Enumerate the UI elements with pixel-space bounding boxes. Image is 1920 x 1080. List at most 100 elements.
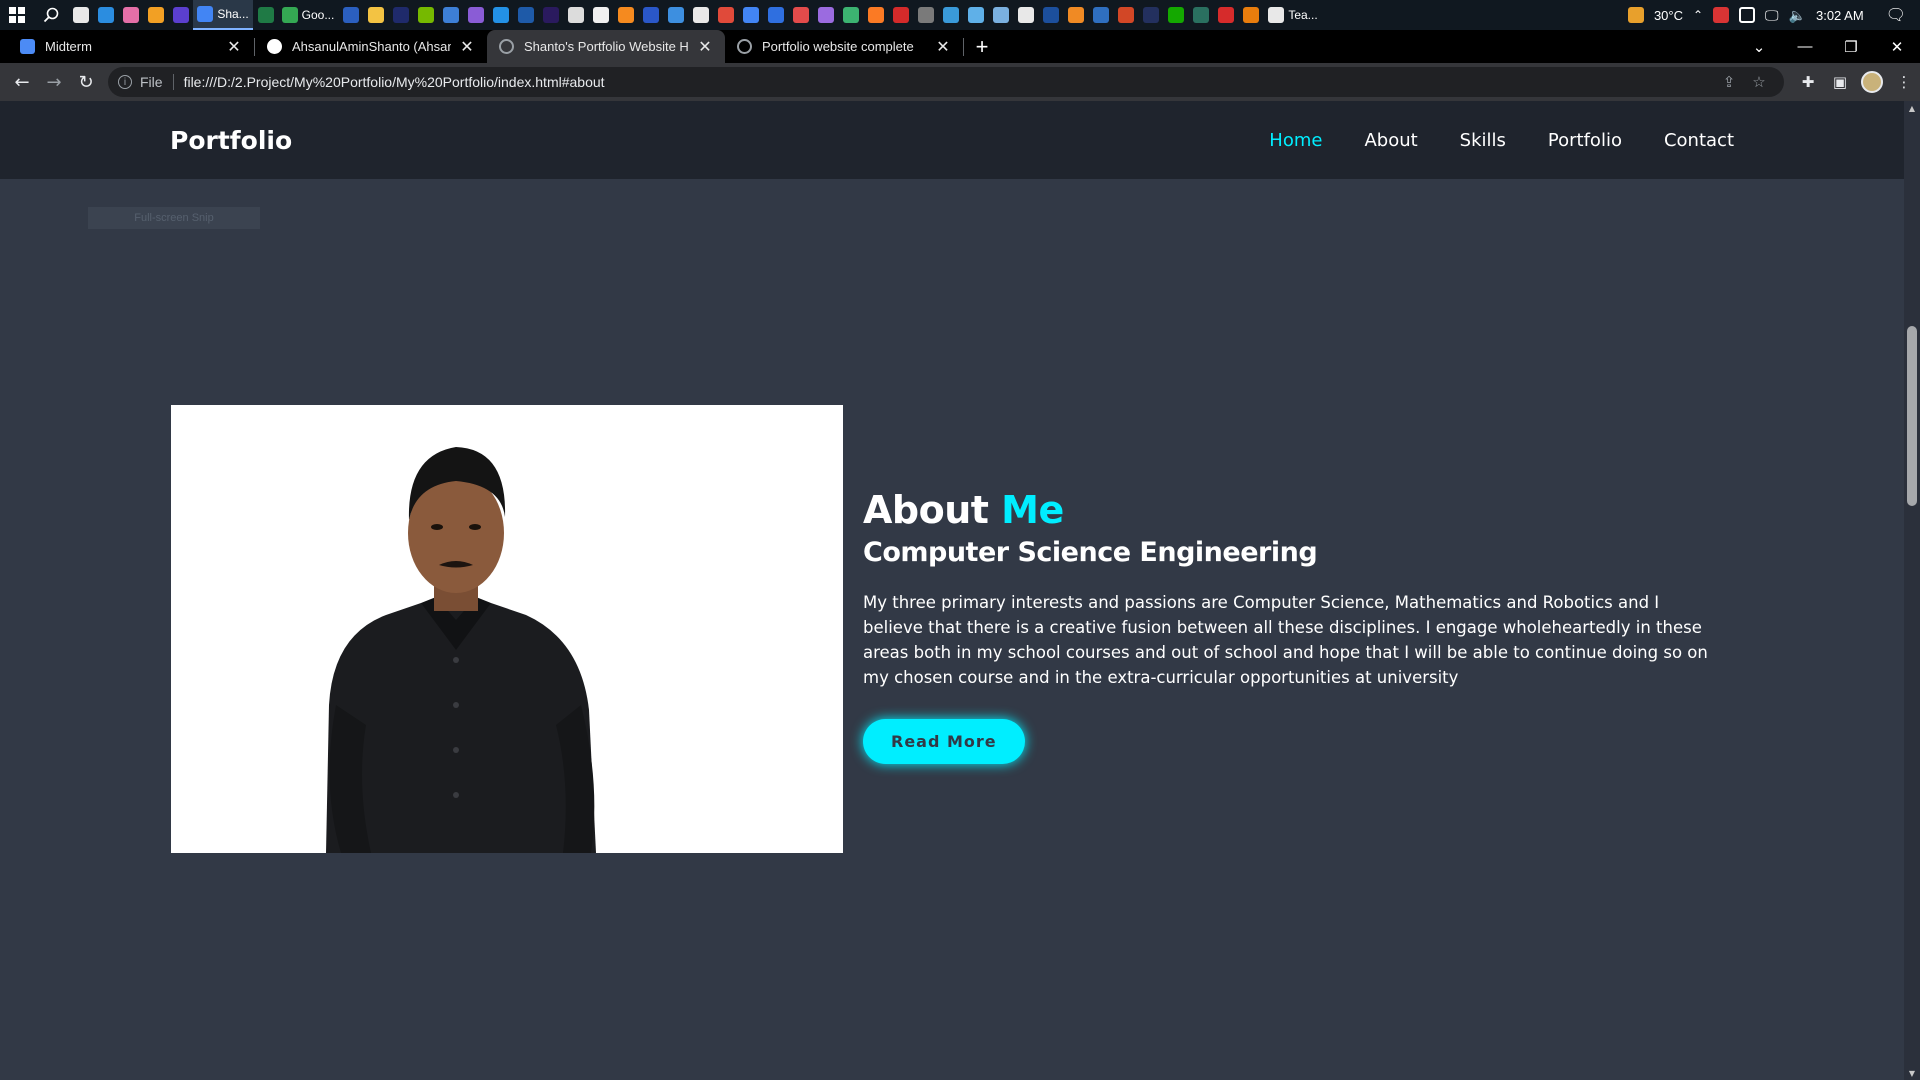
taskbar-app-vivaldi[interactable] <box>788 0 813 30</box>
tab-search-icon[interactable]: ⌄ <box>1736 30 1782 63</box>
taskbar-app-vscode[interactable] <box>488 0 513 30</box>
windows-taskbar: Sha... Goo... Tea... 30°C ⌃ 🖵 🔈 3:02 AM 🗨 <box>0 0 1920 30</box>
page-scrollbar[interactable]: ▲ ▼ <box>1904 101 1920 1080</box>
nav-link-portfolio[interactable]: Portfolio <box>1548 130 1622 151</box>
close-icon[interactable]: ✕ <box>226 37 242 57</box>
bookmark-star-icon[interactable]: ☆ <box>1744 73 1774 91</box>
taskbar-app-notepad[interactable] <box>963 0 988 30</box>
person-photo <box>171 405 843 853</box>
tab-github[interactable]: AhsanulAminShanto (Ahsanul Am ✕ <box>255 30 487 63</box>
tab-shanto-portfolio[interactable]: Shanto's Portfolio Website HTML ✕ <box>487 30 725 63</box>
taskbar-app-app-blue[interactable] <box>438 0 463 30</box>
taskbar-app-chrome-active[interactable]: Sha... <box>193 0 253 30</box>
taskbar-app-premiere[interactable] <box>538 0 563 30</box>
taskbar-app-label: Tea... <box>1288 8 1318 22</box>
minimize-button[interactable]: — <box>1782 30 1828 63</box>
scroll-down-icon[interactable]: ▼ <box>1904 1066 1920 1080</box>
back-arrow-icon[interactable]: ← <box>6 66 38 98</box>
chevron-up-icon[interactable]: ⌃ <box>1693 8 1703 22</box>
taskbar-app-excel[interactable] <box>253 0 278 30</box>
site-logo[interactable]: Portfolio <box>170 126 292 155</box>
taskbar-app-keyboard[interactable] <box>988 0 1013 30</box>
clock-time[interactable]: 3:02 AM <box>1816 8 1864 23</box>
taskbar-app-nvidia[interactable] <box>413 0 438 30</box>
nav-link-about[interactable]: About <box>1364 130 1417 151</box>
network-icon[interactable]: 🖵 <box>1765 7 1779 24</box>
taskbar-app-blender[interactable] <box>1238 0 1263 30</box>
weather-temp[interactable]: 30°C <box>1654 8 1683 23</box>
taskbar-app-app-white[interactable] <box>563 0 588 30</box>
taskbar-app-chrome[interactable]: Goo... <box>278 0 338 30</box>
photoshop-icon <box>1042 7 1059 23</box>
taskbar-app-snip[interactable] <box>938 0 963 30</box>
taskbar-app-sublime[interactable] <box>613 0 638 30</box>
taskbar-app-app-teal[interactable] <box>1188 0 1213 30</box>
extensions-icon[interactable]: ✚ <box>1792 66 1824 98</box>
taskbar-app-colorful-app[interactable] <box>143 0 168 30</box>
taskbar-app-chrome-2[interactable] <box>738 0 763 30</box>
close-icon[interactable]: ✕ <box>935 37 951 57</box>
taskbar-app-xampp[interactable] <box>863 0 888 30</box>
scroll-up-icon[interactable]: ▲ <box>1904 101 1920 115</box>
close-icon[interactable]: ✕ <box>697 37 713 57</box>
tab-midterm[interactable]: Midterm ✕ <box>0 30 254 63</box>
taskbar-app-app-navy[interactable] <box>638 0 663 30</box>
volume-icon[interactable]: 🔈 <box>1789 7 1806 24</box>
taskbar-app-app-red[interactable] <box>1213 0 1238 30</box>
taskbar-app-photoshop[interactable] <box>1038 0 1063 30</box>
info-icon[interactable]: i <box>118 75 132 89</box>
taskbar-app-visual-studio[interactable] <box>463 0 488 30</box>
share-icon[interactable]: ⇪ <box>1714 73 1744 91</box>
tab-portfolio-complete[interactable]: Portfolio website complete ✕ <box>725 30 963 63</box>
taskbar-app-obs[interactable] <box>168 0 193 30</box>
restore-button[interactable]: ❐ <box>1828 30 1874 63</box>
taskbar-app-pink-app[interactable] <box>118 0 143 30</box>
search-icon[interactable] <box>34 0 68 30</box>
notification-icon[interactable]: 🗨 <box>1886 5 1906 25</box>
taskbar-app-animate[interactable] <box>388 0 413 30</box>
taskbar-app-app-dark[interactable] <box>513 0 538 30</box>
taskbar-app-app-navy-2[interactable] <box>1138 0 1163 30</box>
taskbar-app-explorer[interactable] <box>363 0 388 30</box>
taskbar-app-teams[interactable]: Tea... <box>1263 0 1323 30</box>
url-text[interactable]: file:///D:/2.Project/My%20Portfolio/My%2… <box>184 74 1714 90</box>
taskbar-app-edge[interactable] <box>93 0 118 30</box>
taskbar-app-app-blue-2[interactable] <box>763 0 788 30</box>
globe-icon <box>499 39 514 54</box>
read-more-button[interactable]: Read More <box>863 718 1025 764</box>
nav-link-home[interactable]: Home <box>1269 130 1322 151</box>
taskbar-app-github-desktop[interactable] <box>813 0 838 30</box>
taskbar-app-mail[interactable] <box>663 0 688 30</box>
app-rainbow-icon <box>717 7 734 23</box>
taskbar-app-app-green[interactable] <box>838 0 863 30</box>
nav-link-skills[interactable]: Skills <box>1460 130 1506 151</box>
reload-icon[interactable]: ↻ <box>70 66 102 98</box>
new-tab-button[interactable]: + <box>964 30 1000 63</box>
scrollbar-thumb[interactable] <box>1907 326 1917 506</box>
address-bar[interactable]: i File file:///D:/2.Project/My%20Portfol… <box>108 67 1784 97</box>
close-icon[interactable]: ✕ <box>459 37 475 57</box>
taskbar-app-grid-app[interactable] <box>68 0 93 30</box>
taskbar-app-blender-orange[interactable] <box>1063 0 1088 30</box>
tray-app-icon-2[interactable] <box>1739 7 1756 23</box>
close-window-button[interactable]: ✕ <box>1874 30 1920 63</box>
taskbar-app-app-gray[interactable] <box>913 0 938 30</box>
side-panel-icon[interactable]: ▣ <box>1824 66 1856 98</box>
taskbar-app-acrobat[interactable] <box>888 0 913 30</box>
taskbar-app-word[interactable] <box>338 0 363 30</box>
taskbar-app-app-bird[interactable] <box>1013 0 1038 30</box>
tab-label: AhsanulAminShanto (Ahsanul Am <box>292 39 451 54</box>
taskbar-app-github[interactable] <box>588 0 613 30</box>
taskbar-app-upwork[interactable] <box>1163 0 1188 30</box>
nav-link-contact[interactable]: Contact <box>1664 130 1734 151</box>
menu-dots-icon[interactable]: ⋮ <box>1888 66 1920 98</box>
start-button[interactable] <box>0 0 34 30</box>
taskbar-app-powerpoint[interactable] <box>1113 0 1138 30</box>
profile-avatar[interactable] <box>1856 66 1888 98</box>
taskbar-app-virtualbox[interactable] <box>1088 0 1113 30</box>
weather-icon[interactable] <box>1627 7 1644 23</box>
forward-arrow-icon[interactable]: → <box>38 66 70 98</box>
tray-app-icon[interactable] <box>1713 7 1730 23</box>
taskbar-app-app-rainbow[interactable] <box>713 0 738 30</box>
taskbar-app-pycharm[interactable] <box>688 0 713 30</box>
